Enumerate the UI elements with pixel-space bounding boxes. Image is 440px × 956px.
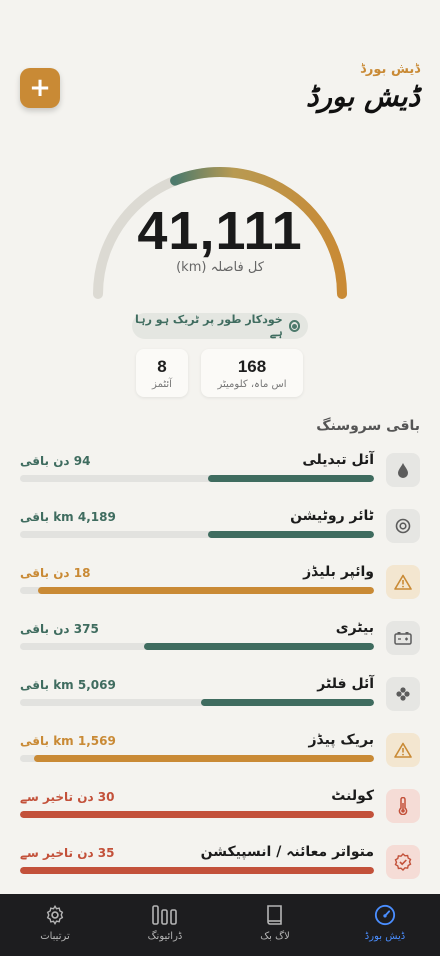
auto-tracking-status[interactable]: خودکار طور پر ٹریک ہو رہا ہے (132, 313, 308, 339)
service-row[interactable]: آئل تبدیلی 94 دن باقی (20, 450, 420, 490)
tab-logbook[interactable]: لاگ بک (220, 894, 330, 956)
month-distance-card[interactable]: 168 اس ماہ، کلومیٹر (201, 349, 303, 397)
service-row[interactable]: ٹائر روٹیشن 4,189 km باقی (20, 506, 420, 546)
service-progress-fill (207, 475, 374, 482)
add-button[interactable]: + (20, 68, 60, 108)
auto-tracking-label: خودکار طور پر ٹریک ہو رہا ہے (135, 313, 283, 339)
service-row[interactable]: بریک پیڈز 1,569 km باقی (20, 730, 420, 770)
radio-dot-icon (288, 320, 300, 332)
service-name: کولنٹ (331, 788, 374, 804)
odometer-label: کل فاصلہ (km) (176, 260, 264, 275)
service-remaining: 5,069 km باقی (20, 678, 116, 692)
items-count-label: آئٹمز (152, 379, 172, 390)
service-progress-fill (200, 699, 374, 706)
warning-icon (386, 733, 420, 767)
month-distance-value: 168 (237, 357, 267, 376)
tab-settings[interactable]: ترتیبات (0, 894, 110, 956)
tire-icon (386, 509, 420, 543)
service-name: متواتر معائنہ / انسپیکشن (200, 844, 374, 860)
service-row[interactable]: وائپر بلیڈز 18 دن باقی (20, 562, 420, 602)
service-name: بیٹری (335, 620, 374, 636)
service-progress-fill (207, 531, 374, 538)
page-title: ڈیش بورڈ (306, 80, 420, 113)
badge-check-icon (386, 845, 420, 879)
service-name: وائپر بلیڈز (303, 564, 374, 580)
service-row[interactable]: متواتر معائنہ / انسپیکشن 35 دن تاخیر سے (20, 842, 420, 882)
items-count-value: 8 (157, 357, 167, 376)
tab-settings-label: ترتیبات (40, 931, 70, 942)
service-progress-fill (20, 867, 374, 874)
service-progress-bar (20, 699, 374, 706)
service-name: ٹائر روٹیشن (290, 508, 374, 524)
service-progress-bar (20, 867, 374, 874)
header-subtitle: ڈیش بورڈ (360, 62, 420, 77)
service-remaining: 94 دن باقی (20, 454, 91, 468)
month-distance-label: اس ماہ، کلومیٹر (217, 379, 287, 390)
filter-icon (386, 677, 420, 711)
service-progress-bar (20, 587, 374, 594)
odometer-value: 41,111 (137, 201, 303, 261)
service-remaining: 4,189 km باقی (20, 510, 116, 524)
service-remaining: 35 دن تاخیر سے (20, 846, 115, 860)
service-progress-fill (34, 755, 374, 762)
tab-dashboard[interactable]: ڈیش بورڈ (330, 894, 440, 956)
service-progress-fill (143, 643, 374, 650)
tab-driving-label: ڈرائیونگ (147, 931, 183, 942)
service-remaining: 30 دن تاخیر سے (20, 790, 115, 804)
service-progress-bar (20, 755, 374, 762)
service-row[interactable]: آئل فلٹر 5,069 km باقی (20, 674, 420, 714)
service-name: بریک پیڈز (308, 732, 374, 748)
drop-icon (386, 453, 420, 487)
battery-icon (386, 621, 420, 655)
header: + ڈیش بورڈ ڈیش بورڈ (0, 0, 440, 130)
service-progress-bar (20, 531, 374, 538)
service-name: آئل تبدیلی (302, 452, 374, 468)
service-row[interactable]: بیٹری 375 دن باقی (20, 618, 420, 658)
service-progress-bar (20, 811, 374, 818)
service-progress-fill (20, 811, 374, 818)
service-progress-bar (20, 643, 374, 650)
service-name: آئل فلٹر (317, 676, 374, 692)
book-icon (265, 904, 285, 926)
gear-icon (44, 904, 66, 926)
service-progress-fill (37, 587, 374, 594)
tab-driving[interactable]: ڈرائیونگ (110, 894, 220, 956)
service-remaining: 1,569 km باقی (20, 734, 116, 748)
thermometer-icon (386, 789, 420, 823)
section-title: باقی سروسنگ (316, 418, 420, 434)
service-row[interactable]: کولنٹ 30 دن تاخیر سے (20, 786, 420, 826)
tab-bar: ترتیبات ڈرائیونگ لاگ بک ڈیش بورڈ (0, 894, 440, 956)
bars-icon (152, 904, 178, 926)
service-progress-bar (20, 475, 374, 482)
gauge-icon (374, 904, 396, 926)
service-remaining: 375 دن باقی (20, 622, 99, 636)
warning-icon (386, 565, 420, 599)
tab-logbook-label: لاگ بک (260, 931, 290, 942)
items-count-card[interactable]: 8 آئٹمز (136, 349, 188, 397)
service-remaining: 18 دن باقی (20, 566, 91, 580)
tab-dashboard-label: ڈیش بورڈ (364, 931, 406, 942)
